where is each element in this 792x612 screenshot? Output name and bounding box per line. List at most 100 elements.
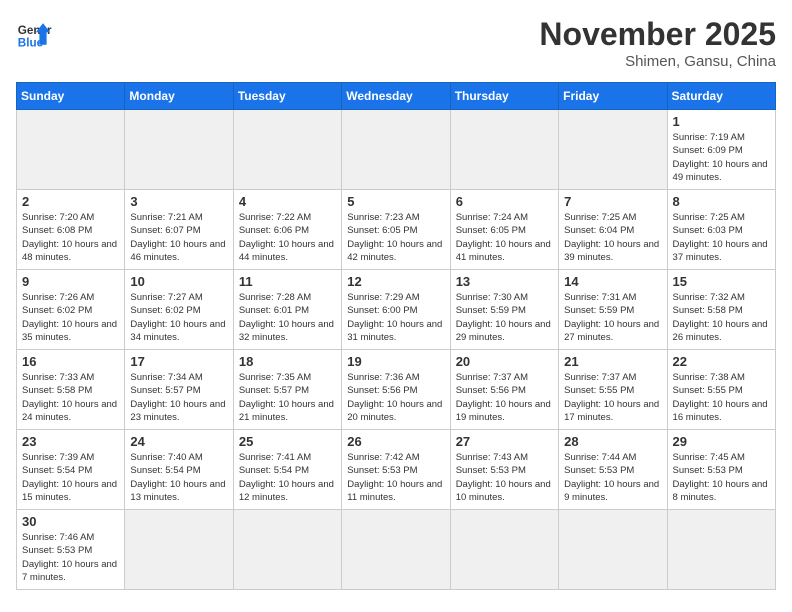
weekday-header-tuesday: Tuesday — [233, 83, 341, 110]
day-info: Sunrise: 7:43 AM Sunset: 5:53 PM Dayligh… — [456, 451, 553, 504]
weekday-header-sunday: Sunday — [17, 83, 125, 110]
logo: General Blue — [16, 16, 52, 52]
calendar-cell: 14 Sunrise: 7:31 AM Sunset: 5:59 PM Dayli… — [559, 270, 667, 350]
day-info: Sunrise: 7:39 AM Sunset: 5:54 PM Dayligh… — [22, 451, 119, 504]
day-info: Sunrise: 7:37 AM Sunset: 5:55 PM Dayligh… — [564, 371, 661, 424]
calendar-cell: 24Sunrise: 7:40 AM Sunset: 5:54 PM Dayli… — [125, 430, 233, 510]
calendar-cell: 23 Sunrise: 7:39 AM Sunset: 5:54 PM Dayli… — [17, 430, 125, 510]
day-number: 22 — [673, 354, 770, 369]
day-info: Sunrise: 7:22 AM Sunset: 6:06 PM Dayligh… — [239, 211, 336, 264]
calendar-cell: 9Sunrise: 7:26 AM Sunset: 6:02 PM Daylig… — [17, 270, 125, 350]
calendar-cell: 11 Sunrise: 7:28 AM Sunset: 6:01 PM Dayli… — [233, 270, 341, 350]
day-number: 5 — [347, 194, 444, 209]
calendar-cell: 8Sunrise: 7:25 AM Sunset: 6:03 PM Daylig… — [667, 190, 775, 270]
calendar-cell — [125, 110, 233, 190]
day-number: 16 — [22, 354, 119, 369]
day-number: 18 — [239, 354, 336, 369]
calendar-cell: 12 Sunrise: 7:29 AM Sunset: 6:00 PM Dayli… — [342, 270, 450, 350]
day-info: Sunrise: 7:34 AM Sunset: 5:57 PM Dayligh… — [130, 371, 227, 424]
calendar-cell — [559, 510, 667, 590]
calendar-cell: 2 Sunrise: 7:20 AM Sunset: 6:08 PM Daylig… — [17, 190, 125, 270]
day-info: Sunrise: 7:30 AM Sunset: 5:59 PM Dayligh… — [456, 291, 553, 344]
day-number: 10 — [130, 274, 227, 289]
day-number: 19 — [347, 354, 444, 369]
calendar-table: SundayMondayTuesdayWednesdayThursdayFrid… — [16, 82, 776, 590]
weekday-header-monday: Monday — [125, 83, 233, 110]
day-info: Sunrise: 7:19 AM Sunset: 6:09 PM Dayligh… — [673, 131, 770, 184]
calendar-cell: 26 Sunrise: 7:42 AM Sunset: 5:53 PM Dayli… — [342, 430, 450, 510]
day-info: Sunrise: 7:36 AM Sunset: 5:56 PM Dayligh… — [347, 371, 444, 424]
month-title: November 2025 — [539, 16, 776, 53]
day-number: 7 — [564, 194, 661, 209]
day-info: Sunrise: 7:45 AM Sunset: 5:53 PM Dayligh… — [673, 451, 770, 504]
day-number: 28 — [564, 434, 661, 449]
day-number: 26 — [347, 434, 444, 449]
calendar-week-3: 9Sunrise: 7:26 AM Sunset: 6:02 PM Daylig… — [17, 270, 776, 350]
day-info: Sunrise: 7:42 AM Sunset: 5:53 PM Dayligh… — [347, 451, 444, 504]
weekday-header-thursday: Thursday — [450, 83, 558, 110]
day-number: 30 — [22, 514, 119, 529]
day-number: 23 — [22, 434, 119, 449]
day-info: Sunrise: 7:20 AM Sunset: 6:08 PM Dayligh… — [22, 211, 119, 264]
day-number: 4 — [239, 194, 336, 209]
calendar-cell: 19 Sunrise: 7:36 AM Sunset: 5:56 PM Dayli… — [342, 350, 450, 430]
day-number: 20 — [456, 354, 553, 369]
calendar-cell: 13Sunrise: 7:30 AM Sunset: 5:59 PM Dayli… — [450, 270, 558, 350]
day-info: Sunrise: 7:21 AM Sunset: 6:07 PM Dayligh… — [130, 211, 227, 264]
day-number: 25 — [239, 434, 336, 449]
day-info: Sunrise: 7:28 AM Sunset: 6:01 PM Dayligh… — [239, 291, 336, 344]
calendar-week-2: 2 Sunrise: 7:20 AM Sunset: 6:08 PM Daylig… — [17, 190, 776, 270]
calendar-cell: 21Sunrise: 7:37 AM Sunset: 5:55 PM Dayli… — [559, 350, 667, 430]
day-number: 12 — [347, 274, 444, 289]
calendar-cell — [450, 110, 558, 190]
day-info: Sunrise: 7:41 AM Sunset: 5:54 PM Dayligh… — [239, 451, 336, 504]
weekday-header-saturday: Saturday — [667, 83, 775, 110]
calendar-week-1: 1 Sunrise: 7:19 AM Sunset: 6:09 PM Daylig… — [17, 110, 776, 190]
calendar-cell — [450, 510, 558, 590]
day-number: 15 — [673, 274, 770, 289]
calendar-cell: 4 Sunrise: 7:22 AM Sunset: 6:06 PM Daylig… — [233, 190, 341, 270]
calendar-cell: 16 Sunrise: 7:33 AM Sunset: 5:58 PM Dayli… — [17, 350, 125, 430]
day-number: 2 — [22, 194, 119, 209]
calendar-week-4: 16 Sunrise: 7:33 AM Sunset: 5:58 PM Dayli… — [17, 350, 776, 430]
day-info: Sunrise: 7:35 AM Sunset: 5:57 PM Dayligh… — [239, 371, 336, 424]
page-header: General Blue November 2025 Shimen, Gansu… — [16, 16, 776, 70]
day-info: Sunrise: 7:46 AM Sunset: 5:53 PM Dayligh… — [22, 531, 119, 584]
calendar-cell: 10Sunrise: 7:27 AM Sunset: 6:02 PM Dayli… — [125, 270, 233, 350]
day-number: 24 — [130, 434, 227, 449]
calendar-cell — [342, 110, 450, 190]
day-info: Sunrise: 7:33 AM Sunset: 5:58 PM Dayligh… — [22, 371, 119, 424]
day-number: 1 — [673, 114, 770, 129]
calendar-cell — [17, 110, 125, 190]
weekday-header-wednesday: Wednesday — [342, 83, 450, 110]
day-info: Sunrise: 7:29 AM Sunset: 6:00 PM Dayligh… — [347, 291, 444, 344]
calendar-cell: 1 Sunrise: 7:19 AM Sunset: 6:09 PM Daylig… — [667, 110, 775, 190]
calendar-cell: 3 Sunrise: 7:21 AM Sunset: 6:07 PM Daylig… — [125, 190, 233, 270]
calendar-cell: 29Sunrise: 7:45 AM Sunset: 5:53 PM Dayli… — [667, 430, 775, 510]
day-number: 6 — [456, 194, 553, 209]
calendar-cell — [125, 510, 233, 590]
day-info: Sunrise: 7:38 AM Sunset: 5:55 PM Dayligh… — [673, 371, 770, 424]
day-number: 9 — [22, 274, 119, 289]
calendar-cell — [233, 110, 341, 190]
calendar-cell: 5 Sunrise: 7:23 AM Sunset: 6:05 PM Daylig… — [342, 190, 450, 270]
day-info: Sunrise: 7:23 AM Sunset: 6:05 PM Dayligh… — [347, 211, 444, 264]
calendar-cell — [233, 510, 341, 590]
location-subtitle: Shimen, Gansu, China — [539, 53, 776, 70]
calendar-cell: 20Sunrise: 7:37 AM Sunset: 5:56 PM Dayli… — [450, 350, 558, 430]
day-number: 17 — [130, 354, 227, 369]
day-number: 11 — [239, 274, 336, 289]
calendar-cell: 17 Sunrise: 7:34 AM Sunset: 5:57 PM Dayli… — [125, 350, 233, 430]
day-number: 8 — [673, 194, 770, 209]
calendar-cell: 30 Sunrise: 7:46 AM Sunset: 5:53 PM Dayli… — [17, 510, 125, 590]
day-info: Sunrise: 7:25 AM Sunset: 6:04 PM Dayligh… — [564, 211, 661, 264]
day-info: Sunrise: 7:31 AM Sunset: 5:59 PM Dayligh… — [564, 291, 661, 344]
calendar-cell — [559, 110, 667, 190]
calendar-week-5: 23 Sunrise: 7:39 AM Sunset: 5:54 PM Dayli… — [17, 430, 776, 510]
day-number: 27 — [456, 434, 553, 449]
day-number: 14 — [564, 274, 661, 289]
weekday-header-row: SundayMondayTuesdayWednesdayThursdayFrid… — [17, 83, 776, 110]
day-number: 3 — [130, 194, 227, 209]
calendar-cell: 15Sunrise: 7:32 AM Sunset: 5:58 PM Dayli… — [667, 270, 775, 350]
calendar-cell: 22 Sunrise: 7:38 AM Sunset: 5:55 PM Dayli… — [667, 350, 775, 430]
